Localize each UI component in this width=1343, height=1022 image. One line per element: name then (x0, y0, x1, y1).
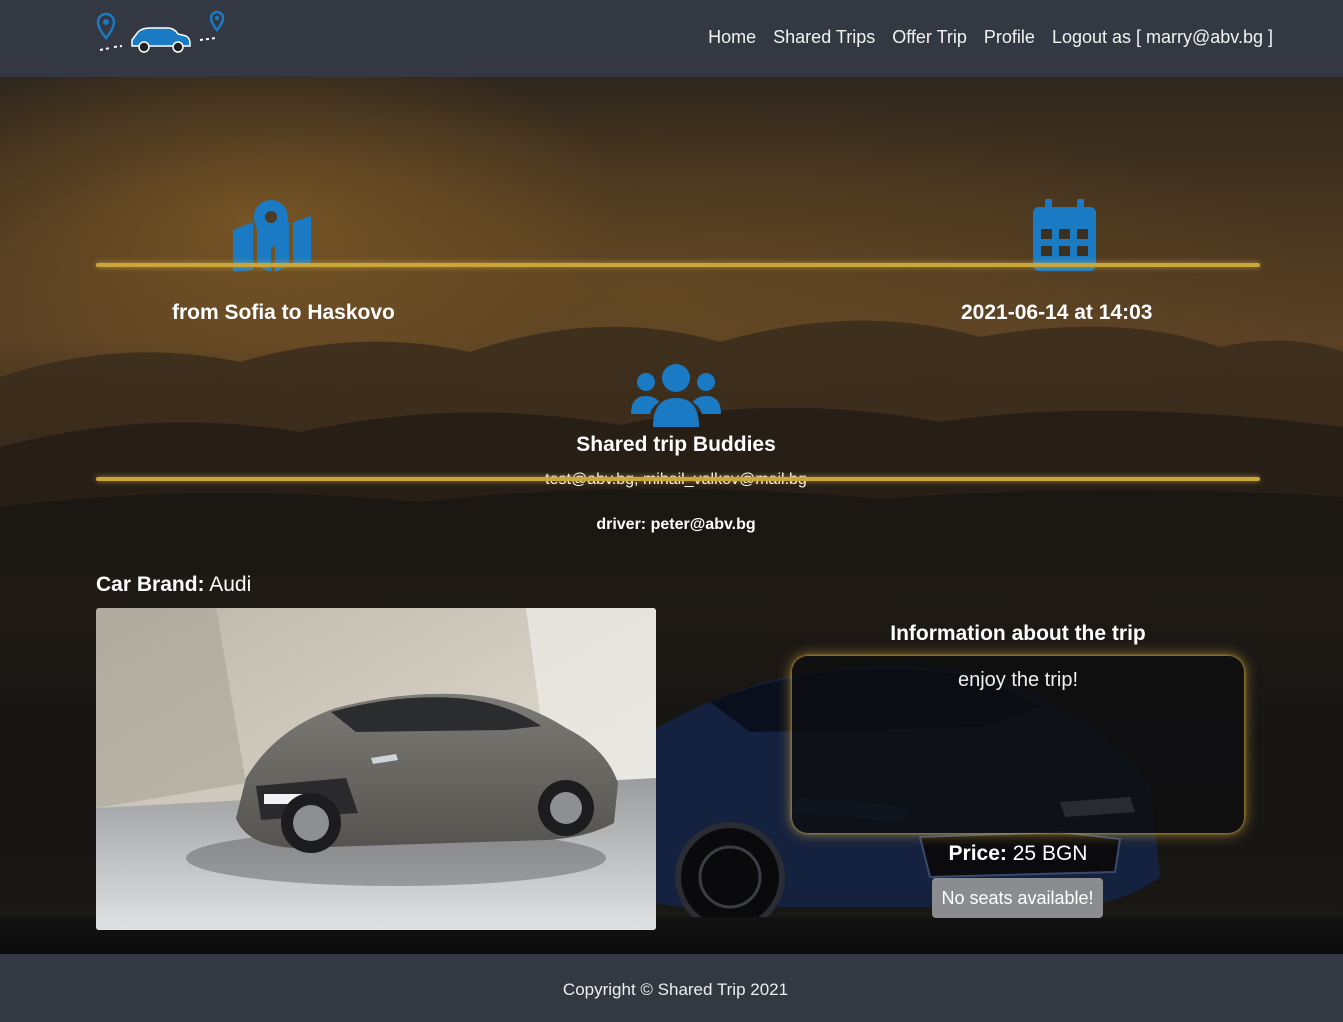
trip-description: enjoy the trip! (957, 669, 1079, 691)
nav-profile[interactable]: Profile (984, 27, 1035, 48)
calendar-icon (1033, 199, 1096, 271)
car-image-graphic (96, 608, 656, 930)
car-brand: Car Brand: Audi (96, 573, 251, 597)
trip-datetime: 2021-06-14 at 14:03 (961, 301, 1153, 324)
car-brand-label: Car Brand: (96, 573, 205, 596)
main-nav: Home Shared Trips Offer Trip Profile Log… (708, 27, 1273, 48)
top-navbar: Home Shared Trips Offer Trip Profile Log… (0, 0, 1343, 77)
trip-price: Price: 25 BGN (792, 842, 1244, 866)
trip-route: from Sofia to Haskovo (172, 301, 395, 324)
nav-home[interactable]: Home (708, 27, 756, 48)
trip-details-section: from Sofia to Haskovo 2021-06-14 at 14:0… (0, 77, 1343, 954)
nav-offer-trip[interactable]: Offer Trip (892, 27, 967, 48)
copyright: Copyright © Shared Trip 2021 (562, 980, 789, 999)
car-image (96, 608, 656, 930)
nav-logout[interactable]: Logout as [ marry@abv.bg ] (1052, 27, 1273, 48)
price-value: 25 BGN (1012, 842, 1088, 865)
buddies-title: Shared trip Buddies (576, 433, 776, 456)
no-seats-button[interactable]: No seats available! (932, 878, 1103, 918)
users-icon (631, 364, 721, 427)
trip-description-box: enjoy the trip! (792, 656, 1244, 833)
map-marker-icon (233, 200, 311, 272)
nav-shared-trips[interactable]: Shared Trips (773, 27, 875, 48)
footer: Copyright © Shared Trip 2021 (0, 954, 1343, 1022)
driver-email: driver: peter@abv.bg (596, 516, 756, 533)
car-brand-value: Audi (209, 573, 252, 596)
divider (96, 477, 1260, 481)
divider (96, 263, 1260, 267)
car-route-logo[interactable] (86, 10, 231, 60)
info-title: Information about the trip (890, 622, 1146, 645)
price-label: Price: (948, 842, 1007, 865)
